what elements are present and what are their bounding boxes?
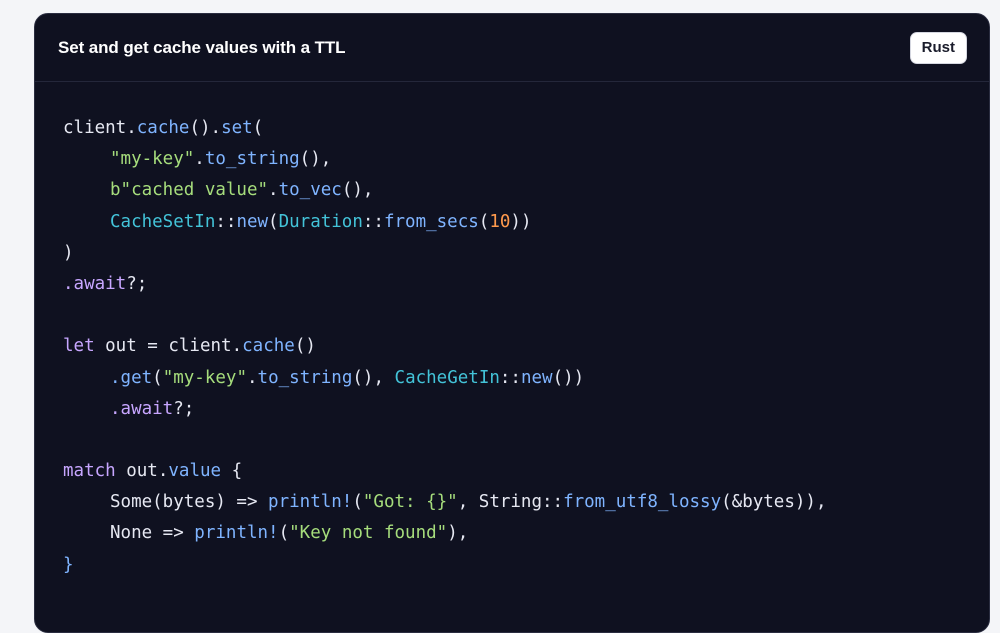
- code-line: CacheSetIn::new(Duration::from_secs(10)): [63, 207, 989, 238]
- code-token: cache: [242, 336, 295, 357]
- code-token: (),: [352, 367, 395, 388]
- code-token: .get: [110, 367, 153, 388]
- code-token: (: [278, 523, 290, 544]
- code-token: (: [352, 492, 363, 513]
- code-token: from_secs: [383, 211, 479, 232]
- code-token: Duration: [278, 211, 363, 232]
- code-line: .get("my-key".to_string(), CacheGetIn::n…: [63, 363, 989, 394]
- code-block: client.cache().set("my-key".to_string(),…: [35, 82, 989, 581]
- code-line: .await?;: [63, 394, 989, 425]
- code-token: }: [63, 554, 74, 575]
- code-token: 10: [489, 211, 511, 232]
- code-token: b"cached value": [110, 180, 269, 201]
- code-token: client.: [63, 118, 137, 138]
- code-token: "Got: {}": [362, 492, 458, 513]
- code-example-card: Set and get cache values with a TTL Rust…: [34, 13, 990, 633]
- code-token: let: [63, 336, 95, 357]
- language-button[interactable]: Rust: [909, 31, 967, 64]
- code-token: Some(bytes) =>: [110, 492, 269, 513]
- code-token: new: [236, 211, 269, 232]
- code-token: (),: [341, 180, 374, 201]
- code-token: (: [478, 211, 490, 232]
- code-token: (: [252, 118, 264, 138]
- code-token: (&bytes)),: [721, 492, 827, 513]
- code-token: .await: [63, 273, 127, 294]
- code-token: to_string: [257, 367, 353, 388]
- code-line: ): [63, 238, 989, 269]
- code-token: "Key not found": [289, 523, 448, 544]
- code-token: (: [152, 367, 163, 388]
- code-token: (),: [299, 149, 332, 170]
- card-title: Set and get cache values with a TTL: [58, 37, 346, 57]
- code-token: .: [194, 149, 205, 170]
- code-token: ::: [215, 211, 237, 232]
- code-token: ?;: [173, 398, 195, 419]
- code-line: let out = client.cache(): [63, 331, 989, 362]
- card-header: Set and get cache values with a TTL Rust: [35, 14, 989, 82]
- code-token: out.: [115, 461, 169, 482]
- code-token: .: [247, 367, 258, 388]
- code-token: to_vec: [278, 180, 342, 201]
- code-token: (): [294, 336, 316, 357]
- code-token: , String::: [457, 492, 564, 513]
- code-token: ?;: [126, 273, 148, 294]
- code-token: to_string: [204, 149, 300, 170]
- code-line: "my-key".to_string(),: [63, 144, 989, 175]
- code-token: ::: [362, 211, 384, 232]
- code-line: }: [63, 550, 989, 581]
- code-line: Some(bytes) => println!("Got: {}", Strin…: [63, 487, 989, 518]
- code-token: match: [63, 461, 116, 482]
- code-token: "my-key": [162, 367, 247, 388]
- code-line: match out.value {: [63, 456, 989, 487]
- code-line: client.cache().set(: [63, 113, 989, 144]
- code-token: .: [268, 180, 279, 201]
- code-token: ),: [447, 523, 469, 544]
- code-token: value: [168, 461, 222, 482]
- code-token: CacheGetIn: [394, 367, 500, 388]
- code-token: ): [63, 242, 74, 263]
- code-token: .await: [110, 398, 174, 419]
- code-token: println!: [194, 523, 279, 544]
- code-token: cache: [136, 118, 190, 138]
- code-token: new: [520, 367, 553, 388]
- code-token: )): [510, 211, 532, 232]
- code-line: .await?;: [63, 269, 989, 300]
- code-token: set: [221, 118, 253, 138]
- code-token: "my-key": [110, 149, 195, 170]
- code-token: from_utf8_lossy: [563, 492, 722, 513]
- code-token: println!: [268, 492, 353, 513]
- code-token: ().: [189, 118, 222, 138]
- code-token: ::: [499, 367, 521, 388]
- code-token: None =>: [110, 523, 195, 544]
- code-token: CacheSetIn: [110, 211, 216, 232]
- code-token: ()): [552, 367, 585, 388]
- code-line: None => println!("Key not found"),: [63, 518, 989, 549]
- code-line: b"cached value".to_vec(),: [63, 175, 989, 206]
- code-token: {: [221, 461, 243, 482]
- code-token: out = client.: [94, 336, 243, 357]
- code-token: (: [268, 211, 279, 232]
